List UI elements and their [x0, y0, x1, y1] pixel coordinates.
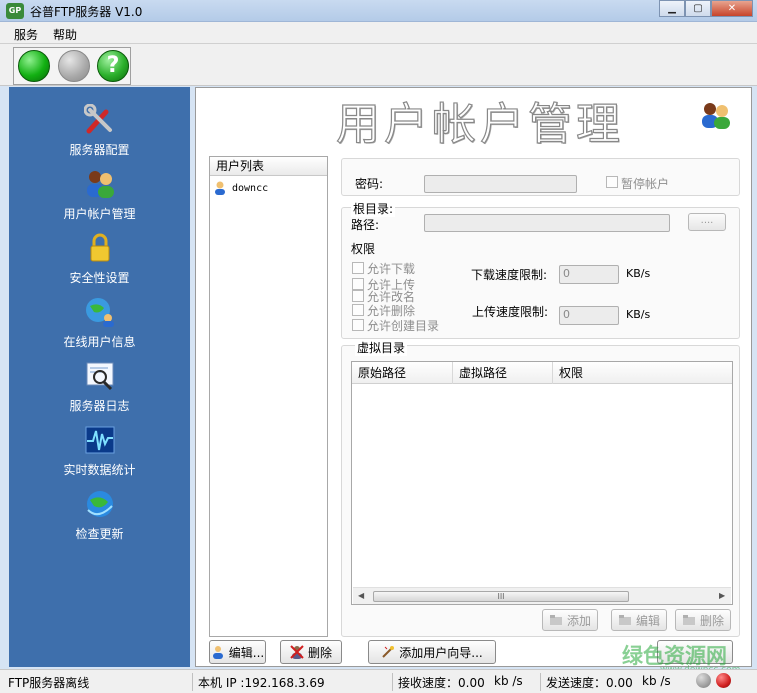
- magic-wand-icon: [382, 646, 395, 658]
- permissions-label: 权限: [351, 242, 376, 256]
- update-globe-icon: [86, 491, 113, 517]
- sidebar-item-label: 在线用户信息: [63, 335, 136, 349]
- suspend-account-label: 暂停帐户: [621, 177, 670, 191]
- sidebar: 服务器配置 用户帐户管理 安全性设置 在线用户信息 服务器日志 实时数据统计 检…: [9, 87, 190, 667]
- local-ip-text: 本机 IP :192.168.3.69: [198, 676, 325, 690]
- add-user-wizard-button[interactable]: 添加用户向导...: [368, 640, 496, 664]
- user-edit-icon: [212, 646, 223, 659]
- column-header-original-path[interactable]: 原始路径: [352, 362, 453, 384]
- maximize-button[interactable]: ▢: [685, 0, 711, 17]
- server-status-text: FTP服务器离线: [8, 676, 90, 690]
- upload-limit-field[interactable]: 0: [559, 306, 619, 325]
- download-limit-unit: KB/s: [626, 267, 651, 280]
- virtual-directory-header: 原始路径 虚拟路径 权限: [352, 362, 732, 384]
- path-field[interactable]: [424, 214, 670, 232]
- folder-add-icon: [549, 615, 562, 625]
- download-limit-label: 下载速度限制:: [471, 268, 548, 282]
- folder-edit-icon: [618, 615, 631, 625]
- password-field[interactable]: [424, 175, 577, 193]
- receive-speed-unit: kb /s: [494, 674, 523, 688]
- sidebar-item-label: 服务器配置: [69, 143, 130, 157]
- stop-server-button[interactable]: [58, 50, 90, 82]
- sidebar-item-label: 安全性设置: [69, 271, 130, 285]
- user-list[interactable]: 用户列表 downcc: [209, 156, 328, 637]
- permission-mkdir-label: 允许创建目录: [367, 319, 440, 333]
- user-delete-icon: [290, 645, 304, 659]
- menu-help[interactable]: 帮助: [53, 26, 77, 43]
- users-icon: [702, 103, 730, 129]
- vdir-add-button[interactable]: 添加: [542, 609, 598, 631]
- vdir-edit-button[interactable]: 编辑: [611, 609, 667, 631]
- horizontal-scrollbar[interactable]: ◀ III ▶: [353, 587, 731, 604]
- user-icon: [215, 181, 225, 195]
- upload-limit-unit: KB/s: [626, 308, 651, 321]
- permission-delete-checkbox[interactable]: [352, 304, 364, 316]
- sidebar-item-security[interactable]: 安全性设置: [9, 232, 190, 286]
- sidebar-item-label: 用户帐户管理: [63, 207, 136, 221]
- password-label: 密码:: [355, 177, 384, 191]
- page-title: 用户帐户管理: [335, 98, 624, 150]
- close-button[interactable]: ✕: [711, 0, 753, 17]
- pulse-chart-icon: [85, 426, 114, 454]
- title-bar[interactable]: GP 谷普FTP服务器 V1.0 ▁ ▢ ✕: [0, 0, 757, 22]
- window-title: 谷普FTP服务器 V1.0: [30, 5, 143, 19]
- column-header-virtual-path[interactable]: 虚拟路径: [453, 362, 553, 384]
- toolbar: ?: [0, 44, 757, 86]
- permission-mkdir-checkbox[interactable]: [352, 319, 364, 331]
- permission-rename-checkbox[interactable]: [352, 290, 364, 302]
- delete-user-button[interactable]: 删除: [280, 640, 342, 664]
- root-directory-label: 根目录:: [351, 200, 396, 217]
- sidebar-item-label: 实时数据统计: [63, 463, 136, 477]
- users-icon: [86, 171, 114, 198]
- receive-speed-text: 接收速度：0.00: [398, 676, 485, 690]
- sidebar-item-check-update[interactable]: 检查更新: [9, 488, 190, 542]
- list-item[interactable]: downcc: [214, 180, 268, 196]
- sidebar-item-server-log[interactable]: 服务器日志: [9, 360, 190, 414]
- status-light-red-icon: [716, 673, 731, 688]
- sidebar-item-realtime-stats[interactable]: 实时数据统计: [9, 424, 190, 478]
- permission-download-checkbox[interactable]: [352, 262, 364, 274]
- user-name: downcc: [232, 182, 269, 194]
- minimize-button[interactable]: ▁: [659, 0, 685, 17]
- log-magnifier-icon: [86, 362, 113, 391]
- edit-user-button[interactable]: 编辑...: [209, 640, 266, 664]
- globe-users-icon: [85, 298, 114, 327]
- column-header-permission[interactable]: 权限: [553, 362, 643, 384]
- sidebar-item-server-config[interactable]: 服务器配置: [9, 104, 190, 158]
- tools-icon: [83, 104, 112, 134]
- start-server-button[interactable]: [18, 50, 50, 82]
- status-light-gray-icon: [696, 673, 711, 688]
- sidebar-item-label: 检查更新: [75, 527, 124, 541]
- lock-icon: [90, 233, 109, 262]
- download-limit-field[interactable]: 0: [559, 265, 619, 284]
- permission-download-label: 允许下载: [367, 262, 416, 276]
- sidebar-item-user-accounts[interactable]: 用户帐户管理: [9, 168, 190, 222]
- scroll-thumb[interactable]: III: [373, 591, 629, 602]
- virtual-directory-list[interactable]: 原始路径 虚拟路径 权限 ◀ III ▶: [351, 361, 733, 605]
- menu-service[interactable]: 服务: [14, 26, 38, 43]
- sidebar-item-label: 服务器日志: [69, 399, 130, 413]
- path-label: 路径:: [351, 218, 380, 232]
- menu-bar: 服务 帮助: [0, 22, 757, 44]
- scroll-left-icon[interactable]: ◀: [358, 591, 364, 600]
- app-logo-icon: GP: [6, 3, 24, 19]
- send-speed-unit: kb /s: [642, 674, 671, 688]
- scroll-right-icon[interactable]: ▶: [719, 591, 725, 600]
- send-speed-text: 发送速度：0.00: [546, 676, 633, 690]
- folder-delete-icon: [682, 615, 695, 625]
- browse-button[interactable]: ....: [688, 213, 726, 231]
- status-bar: FTP服务器离线 本机 IP :192.168.3.69 接收速度：0.00 k…: [0, 669, 757, 693]
- vdir-delete-button[interactable]: 删除: [675, 609, 731, 631]
- sidebar-item-online-users[interactable]: 在线用户信息: [9, 296, 190, 350]
- suspend-account-checkbox[interactable]: [606, 176, 618, 188]
- upload-limit-label: 上传速度限制:: [472, 305, 549, 319]
- help-button[interactable]: ?: [97, 50, 129, 82]
- user-list-header: 用户列表: [210, 157, 327, 176]
- virtual-directory-label: 虚拟目录: [355, 339, 408, 356]
- permission-upload-checkbox[interactable]: [352, 278, 364, 290]
